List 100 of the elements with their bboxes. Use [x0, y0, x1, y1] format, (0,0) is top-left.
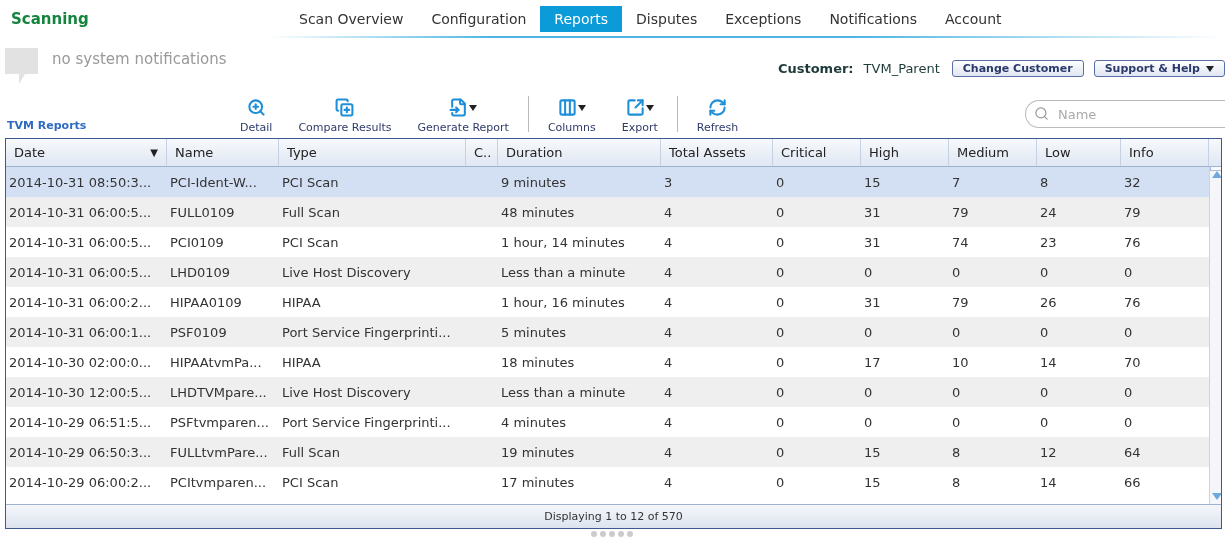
toolbar-button[interactable]: Compare Results: [285, 98, 405, 136]
table-cell-text: 32: [1123, 174, 1142, 190]
table-cell-text: Port Service Fingerprinti...: [281, 414, 452, 430]
table-cell-text: 0: [951, 264, 962, 280]
table-cell-text: PCI Scan: [281, 234, 340, 250]
table-cell-text: 76: [1123, 234, 1142, 250]
table-row[interactable]: 2014-10-31 06:00:5... FULL0109 Full Scan 48 minutes 4 0 31 79 24 79: [6, 197, 1209, 227]
toolbar-button[interactable]: Refresh: [683, 98, 752, 136]
table-row[interactable]: 2014-10-31 08:50:3... PCI-Ident-W... PCI Scan 9 minutes 3 0 15 7 8 32: [6, 167, 1209, 197]
table-cell-text: 2014-10-30 02:00:0...: [8, 354, 153, 370]
table-cell-text: 0: [775, 444, 786, 460]
table-cell-text: HIPAA: [281, 354, 322, 370]
caret-icon: [469, 104, 478, 111]
table-cell-text: LHDTVMpare...: [169, 384, 268, 400]
table-cell-text: 79: [951, 204, 970, 220]
scroll-up-icon[interactable]: [1211, 171, 1221, 178]
table-cell-text: HIPAAtvmPa...: [169, 354, 263, 370]
customer-value: TVM_Parent: [863, 61, 940, 76]
file-import-icon: [449, 98, 469, 117]
column-header[interactable]: Name: [167, 139, 279, 166]
table-cell-text: 4: [663, 384, 674, 400]
column-header[interactable]: High: [861, 139, 949, 166]
table-cell-text: 7: [951, 174, 962, 190]
column-header[interactable]: C..: [466, 139, 498, 166]
table-cell-text: 0: [1039, 414, 1050, 430]
table-cell-text: 0: [775, 204, 786, 220]
search-icon: [1034, 106, 1049, 121]
caret-icon: [577, 104, 586, 111]
external-link-icon: [625, 98, 645, 117]
table-cell-text: PCI Scan: [281, 474, 340, 490]
column-header[interactable]: Duration: [498, 139, 661, 166]
paging-status: Displaying 1 to 12 of 570: [544, 510, 683, 523]
table-row[interactable]: 2014-10-31 06:00:1... PSF0109 Port Service Fingerprinti... 5 minutes 4 0 0 0 0 0: [6, 317, 1209, 347]
table-cell-text: 74: [951, 234, 970, 250]
table-cell-text: 1 hour, 16 minutes: [500, 294, 626, 310]
table-cell-text: 76: [1123, 294, 1142, 310]
toolbar-button[interactable]: Generate Report: [404, 98, 522, 136]
table-cell-text: 0: [775, 294, 786, 310]
nav-tab[interactable]: Exceptions: [711, 6, 816, 32]
toolbar-button[interactable]: Detail: [227, 98, 286, 136]
column-header[interactable]: Date: [14, 145, 46, 160]
toolbar-button[interactable]: Columns: [534, 98, 609, 136]
table-cell-text: 0: [775, 474, 786, 490]
table-cell-text: 19 minutes: [500, 444, 576, 460]
table-cell-text: HIPAA: [281, 294, 322, 310]
table-cell-text: 15: [863, 474, 882, 490]
documents-plus-icon: [335, 98, 355, 117]
table-cell-text: 66: [1123, 474, 1142, 490]
scroll-down-icon[interactable]: [1211, 493, 1221, 500]
table-cell-text: 64: [1123, 444, 1142, 460]
table-cell-text: 70: [1123, 354, 1142, 370]
column-header[interactable]: Type: [279, 139, 466, 166]
column-header[interactable]: Critical: [773, 139, 861, 166]
table-cell-text: Less than a minute: [500, 384, 627, 400]
table-cell-text: 24: [1039, 204, 1058, 220]
table-cell-text: 3: [663, 174, 674, 190]
table-cell-text: 31: [863, 294, 882, 310]
toolbar-button[interactable]: Export: [608, 98, 671, 136]
column-header[interactable]: Low: [1037, 139, 1121, 166]
table-cell-text: 2014-10-31 06:00:5...: [8, 204, 153, 220]
table-cell-text: 31: [863, 204, 882, 220]
grip-icon[interactable]: [589, 531, 636, 537]
column-header[interactable]: Info: [1121, 139, 1209, 166]
notification-text: no system notifications: [52, 50, 227, 68]
table-row[interactable]: 2014-10-29 06:50:3... FULLtvmPare... Full Scan 19 minutes 4 0 15 8 12 64: [6, 437, 1209, 467]
nav-tab[interactable]: Notifications: [815, 6, 931, 32]
table-cell-text: 23: [1039, 234, 1058, 250]
table-row[interactable]: 2014-10-31 06:00:5... LHD0109 Live Host Discovery Less than a minute 4 0 0 0 0 0: [6, 257, 1209, 287]
table-cell-text: Live Host Discovery: [281, 384, 412, 400]
table-cell-text: 17 minutes: [500, 474, 576, 490]
nav-tab[interactable]: Account: [931, 6, 1016, 32]
table-cell-text: 18 minutes: [500, 354, 576, 370]
speech-bubble-icon: [5, 48, 38, 84]
column-header[interactable]: Total Assets: [661, 139, 773, 166]
table-cell-text: PSF0109: [169, 324, 228, 340]
table-cell-text: 4: [663, 294, 674, 310]
table-cell-text: 31: [863, 234, 882, 250]
table-cell-text: 0: [1039, 324, 1050, 340]
table-cell-text: 0: [1123, 384, 1134, 400]
table-cell-text: 4: [663, 264, 674, 280]
table-cell-text: 0: [1123, 324, 1134, 340]
nav-tab[interactable]: Configuration: [417, 6, 541, 32]
nav-tab[interactable]: Scan Overview: [285, 6, 418, 32]
table-row[interactable]: 2014-10-30 12:00:5... LHDTVMpare... Live Host Discovery Less than a minute 4 0 0 0 0 0: [6, 377, 1209, 407]
change-customer-button[interactable]: Change Customer: [951, 60, 1084, 77]
table-cell-text: 4: [663, 204, 674, 220]
column-header[interactable]: Medium: [949, 139, 1037, 166]
support-help-button[interactable]: Support & Help: [1093, 60, 1225, 77]
nav-tab[interactable]: Disputes: [622, 6, 712, 32]
table-cell-text: 14: [1039, 354, 1058, 370]
table-cell-text: HIPAA0109: [169, 294, 243, 310]
table-cell-text: 0: [1039, 264, 1050, 280]
table-cell-text: 8: [951, 444, 962, 460]
table-cell-text: 0: [863, 414, 874, 430]
table-cell-text: 0: [951, 384, 962, 400]
search-field[interactable]: Name: [1025, 100, 1225, 128]
table-cell-text: Full Scan: [281, 204, 341, 220]
sort-indicator[interactable]: ▼: [150, 147, 158, 158]
table-cell-text: PCItvmparen...: [169, 474, 268, 490]
table-cell-text: 0: [775, 384, 786, 400]
